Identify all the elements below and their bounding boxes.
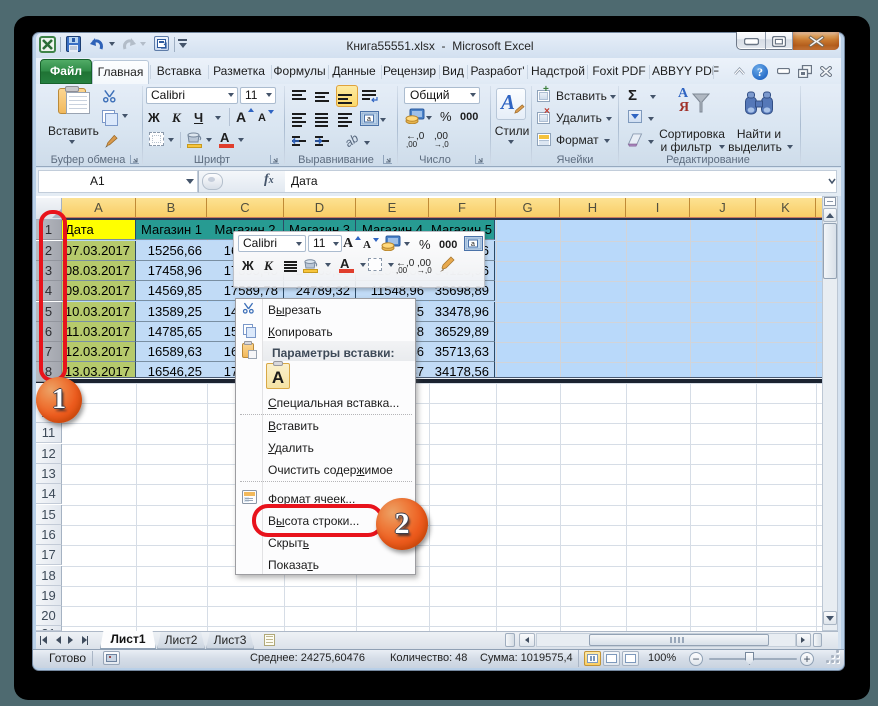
svg-text:a: a [471, 241, 475, 248]
svg-text:a: a [367, 116, 371, 123]
